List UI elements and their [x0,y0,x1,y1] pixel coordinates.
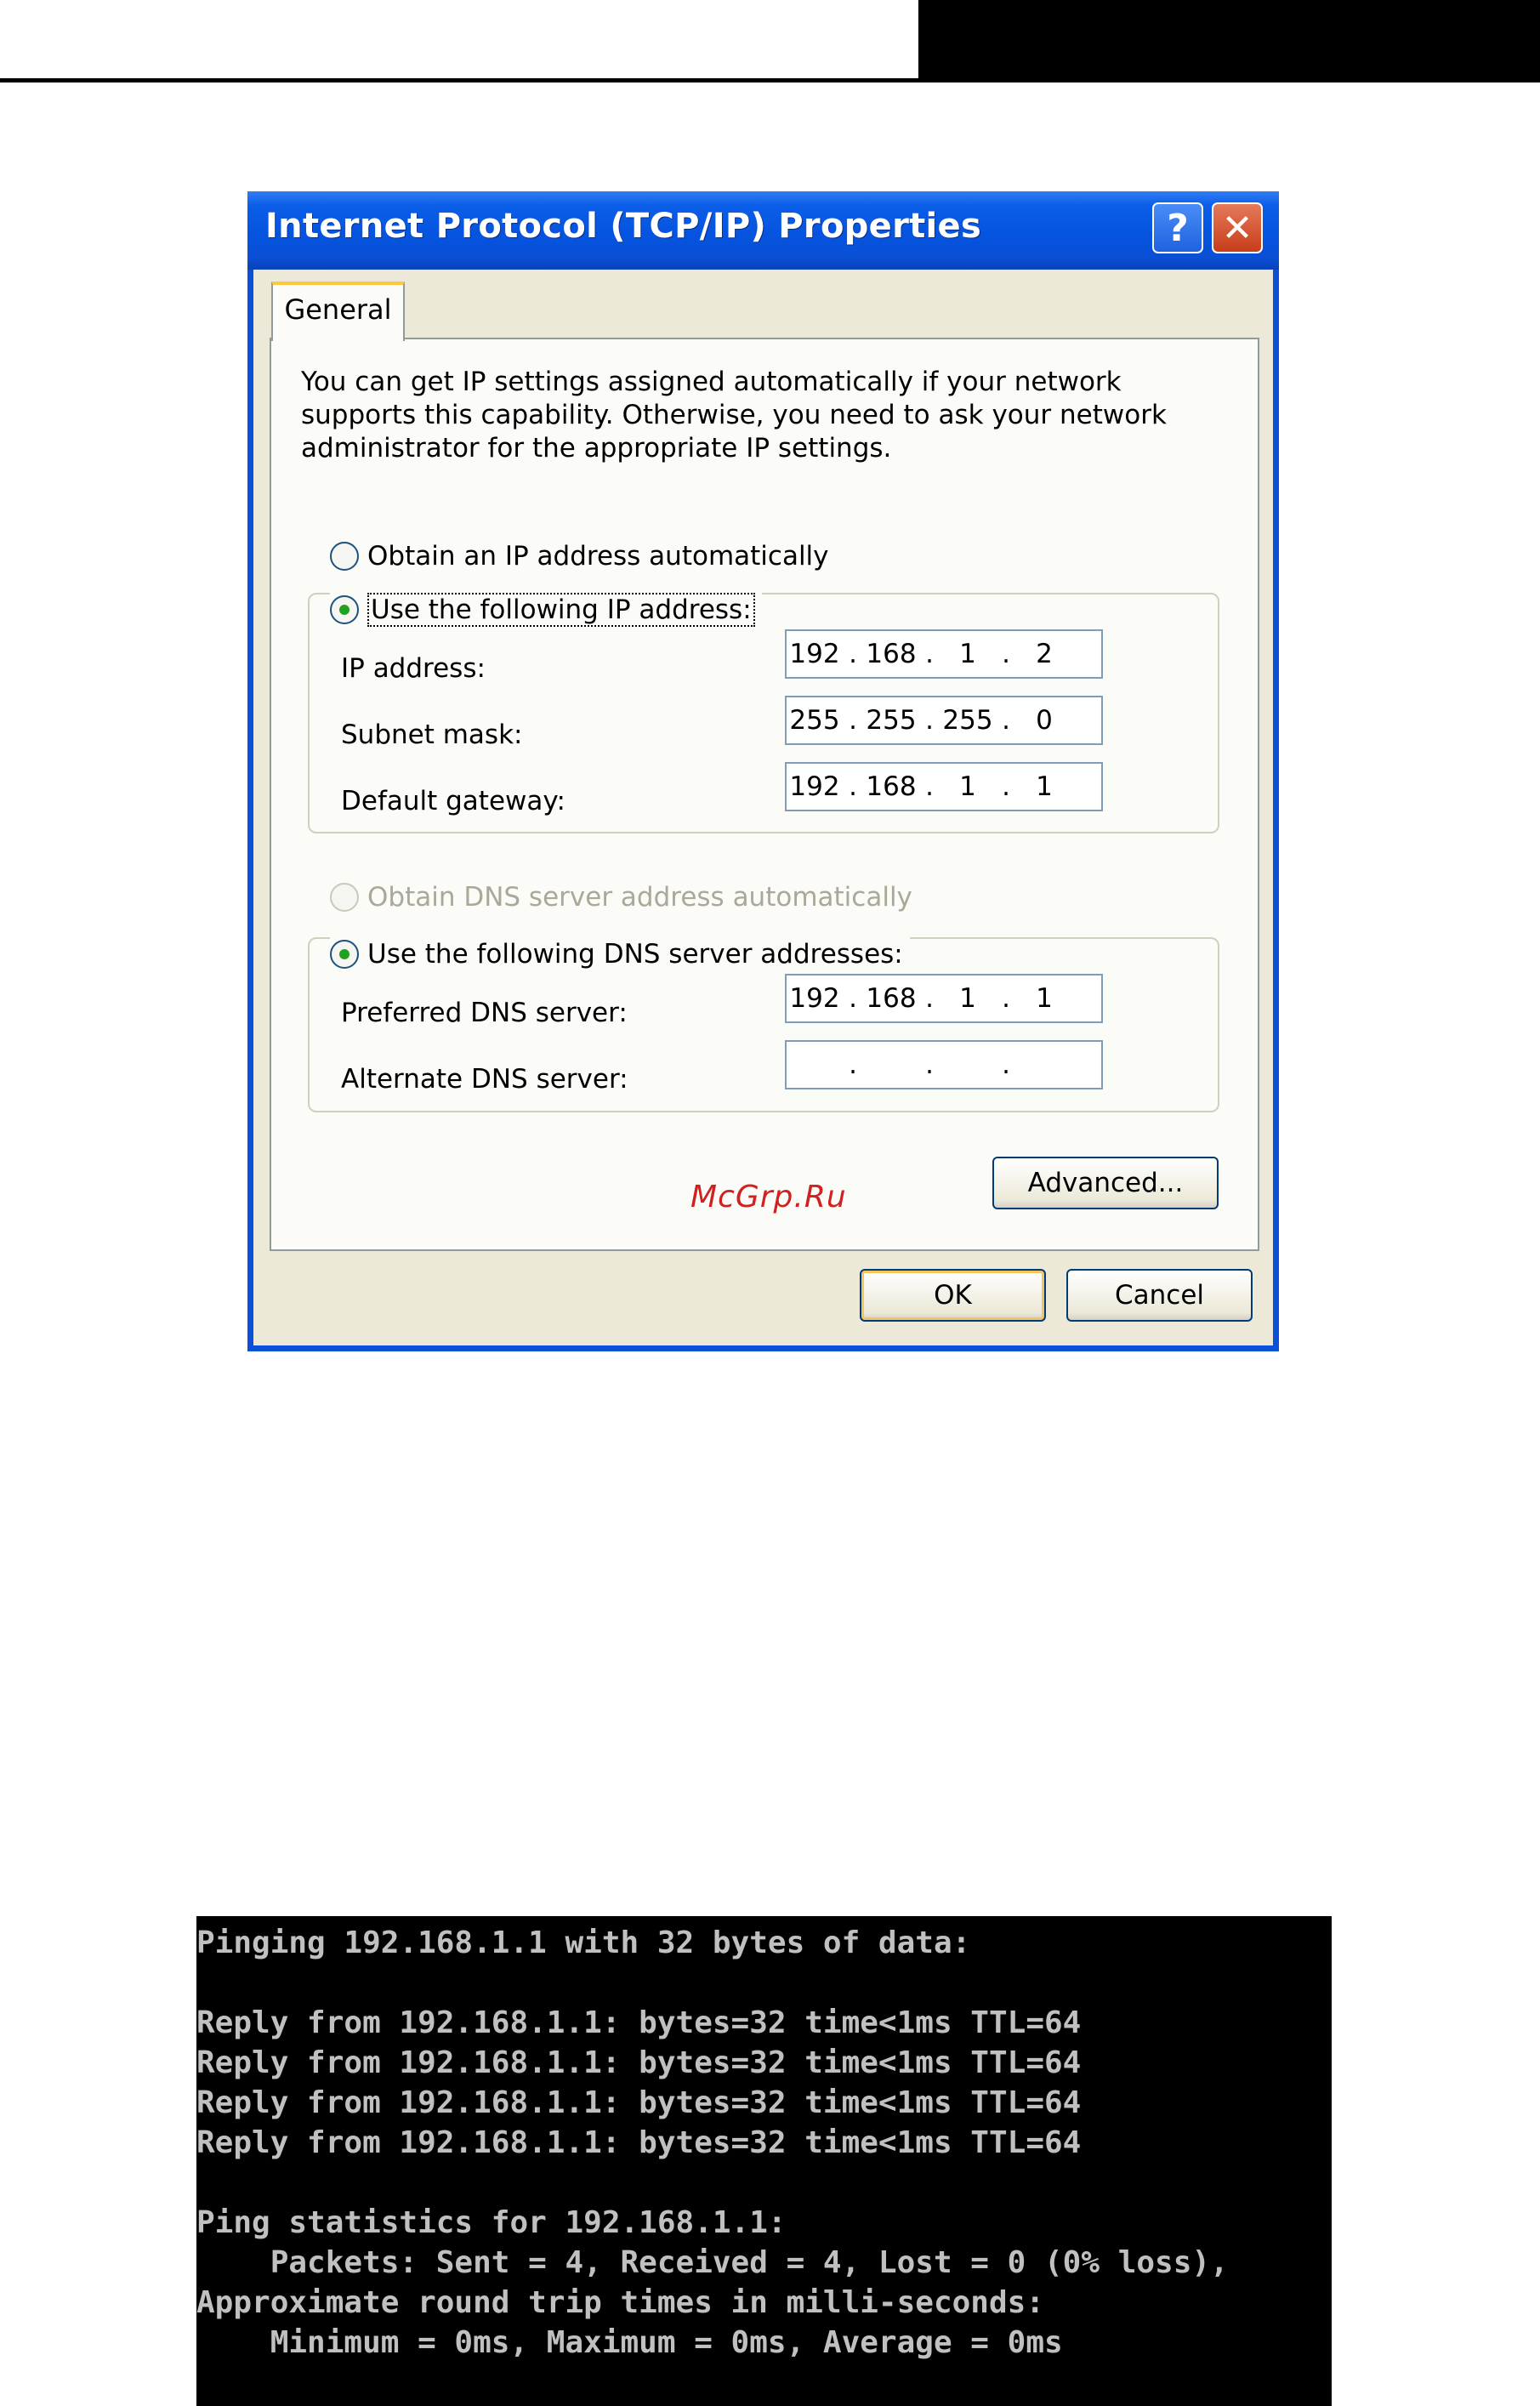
obtain-dns-auto-option[interactable]: Obtain DNS server address automatically [330,880,912,914]
window-title: Internet Protocol (TCP/IP) Properties [265,207,982,246]
help-button[interactable]: ? [1152,202,1203,253]
ip-address-field[interactable]: 192. 168. 1. 2 [785,629,1103,679]
tab-general[interactable]: General [271,282,405,341]
use-following-ip-label: Use the following IP address: [367,593,755,627]
radio-selected-icon[interactable] [330,595,359,624]
cancel-button[interactable]: Cancel [1066,1269,1253,1322]
radio-unselected-icon[interactable] [330,542,359,571]
close-button[interactable]: ✕ [1212,202,1263,253]
watermark-text: McGrp.Ru [690,1180,847,1214]
command-prompt-output: Pinging 192.168.1.1 with 32 bytes of dat… [196,1916,1332,2406]
alternate-dns-label: Alternate DNS server: [341,1064,628,1095]
console-line: Minimum = 0ms, Maximum = 0ms, Average = … [196,2325,1063,2360]
alternate-dns-field[interactable]: . . . [785,1040,1103,1089]
console-line: Reply from 192.168.1.1: bytes=32 time<1m… [196,2045,1082,2080]
preferred-dns-field[interactable]: 192. 168. 1. 1 [785,974,1103,1023]
console-line: Reply from 192.168.1.1: bytes=32 time<1m… [196,2125,1082,2160]
header-rule [0,78,918,82]
console-line: Packets: Sent = 4, Received = 4, Lost = … [196,2245,1229,2280]
header-band [918,0,1540,82]
console-line: Reply from 192.168.1.1: bytes=32 time<1m… [196,2085,1082,2120]
subnet-mask-field[interactable]: 255. 255. 255. 0 [785,696,1103,745]
console-line: Approximate round trip times in milli-se… [196,2285,1044,2320]
obtain-dns-auto-label: Obtain DNS server address automatically [367,882,912,913]
console-line: Pinging 192.168.1.1 with 32 bytes of dat… [196,1925,971,1960]
radio-disabled-icon [330,883,359,912]
use-following-dns-label: Use the following DNS server addresses: [367,939,903,970]
description-text: You can get IP settings assigned automat… [301,367,1167,464]
default-gateway-field[interactable]: 192. 168. 1. 1 [785,762,1103,811]
title-bar[interactable]: Internet Protocol (TCP/IP) Properties ? … [247,191,1279,270]
console-line: Reply from 192.168.1.1: bytes=32 time<1m… [196,2005,1082,2040]
radio-selected-icon[interactable] [330,940,359,969]
use-following-ip-option[interactable]: Use the following IP address: [330,593,762,627]
ok-button[interactable]: OK [860,1269,1046,1322]
use-following-dns-option[interactable]: Use the following DNS server addresses: [330,937,910,971]
tcpip-properties-dialog: Internet Protocol (TCP/IP) Properties ? … [247,191,1279,1351]
advanced-button[interactable]: Advanced... [992,1157,1219,1209]
preferred-dns-label: Preferred DNS server: [341,998,628,1028]
obtain-ip-auto-label: Obtain an IP address automatically [367,541,829,572]
console-line: Ping statistics for 192.168.1.1: [196,2205,787,2240]
subnet-mask-label: Subnet mask: [341,720,523,750]
default-gateway-label: Default gateway: [341,786,565,816]
ip-address-label: IP address: [341,653,486,684]
obtain-ip-auto-option[interactable]: Obtain an IP address automatically [330,539,829,573]
